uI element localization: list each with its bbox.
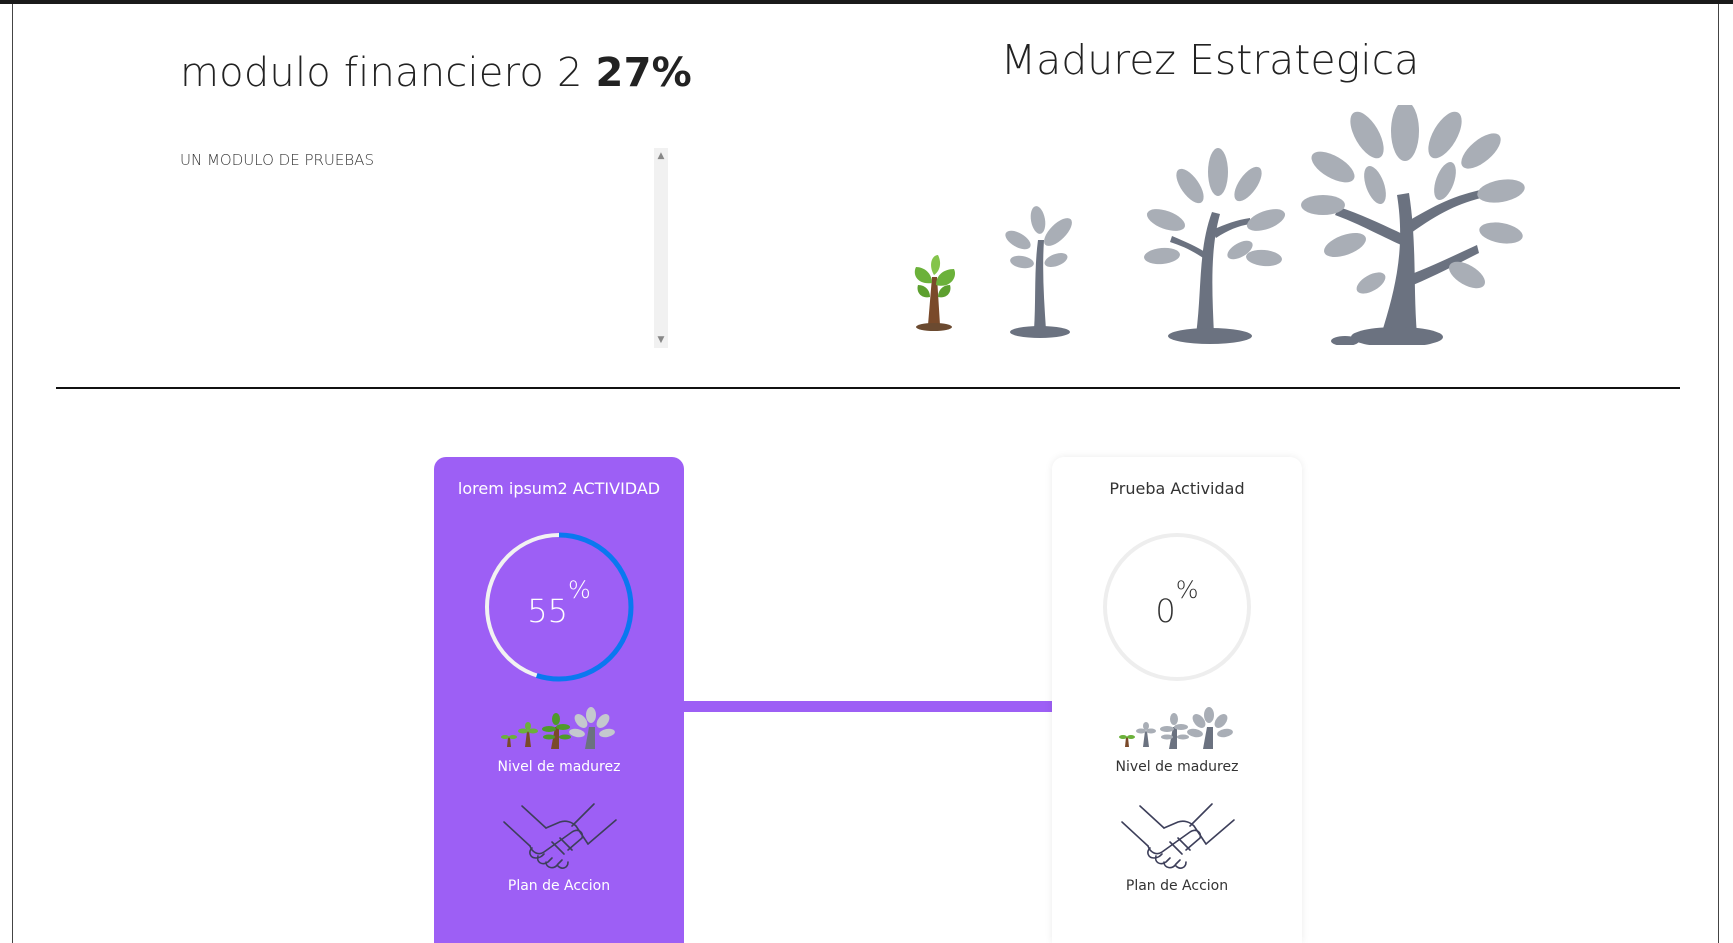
window-top-border: [0, 0, 1733, 4]
description-scrollbar[interactable]: ▲ ▼: [654, 148, 668, 348]
module-title: modulo financiero 2 27%: [180, 50, 692, 96]
section-divider: [56, 387, 1680, 389]
seedling-icon: [914, 255, 956, 331]
activity-card[interactable]: Prueba Actividad 0% Nivel de madurez Pla…: [1052, 457, 1302, 943]
sapling-icon: [1005, 206, 1072, 338]
action-plan-label: Plan de Accion: [1125, 878, 1229, 894]
handshake-icon[interactable]: [502, 802, 618, 872]
percent-sign: %: [567, 576, 591, 604]
scroll-down-icon[interactable]: ▼: [654, 334, 668, 346]
maturity-level-label: Nivel de madurez: [497, 759, 621, 775]
right-border: [1718, 4, 1719, 943]
module-percent: 27%: [595, 50, 692, 96]
activity-title: lorem ipsum2 ACTIVIDAD: [457, 479, 661, 498]
activity-title: Prueba Actividad: [1109, 479, 1245, 498]
module-name: modulo financiero 2: [180, 50, 583, 96]
progress-ring: 55%: [484, 532, 634, 682]
module-description-box[interactable]: UN MODULO DE PRUEBAS ▲ ▼: [180, 148, 668, 348]
maturity-title: Madurez Estrategica: [1000, 36, 1420, 84]
handshake-icon[interactable]: [1120, 802, 1236, 872]
maturity-trees: [914, 105, 1525, 345]
young-tree-icon: [1144, 148, 1286, 344]
left-border: [12, 4, 13, 943]
maturity-level-label: Nivel de madurez: [1115, 759, 1239, 775]
activity-card[interactable]: lorem ipsum2 ACTIVIDAD 55% Nivel de madu…: [434, 457, 684, 943]
maturity-level-icon[interactable]: [499, 707, 619, 751]
action-plan-label: Plan de Accion: [507, 878, 611, 894]
percent-sign: %: [1175, 576, 1199, 604]
module-description: UN MODULO DE PRUEBAS: [180, 151, 374, 169]
maturity-level-icon[interactable]: [1117, 707, 1237, 751]
activity-connector: [684, 701, 1052, 712]
progress-value: 0: [1155, 592, 1176, 630]
progress-ring: 0%: [1102, 532, 1252, 682]
progress-value: 55: [527, 592, 568, 630]
mature-tree-icon: [1301, 105, 1525, 345]
scroll-up-icon[interactable]: ▲: [654, 150, 668, 162]
